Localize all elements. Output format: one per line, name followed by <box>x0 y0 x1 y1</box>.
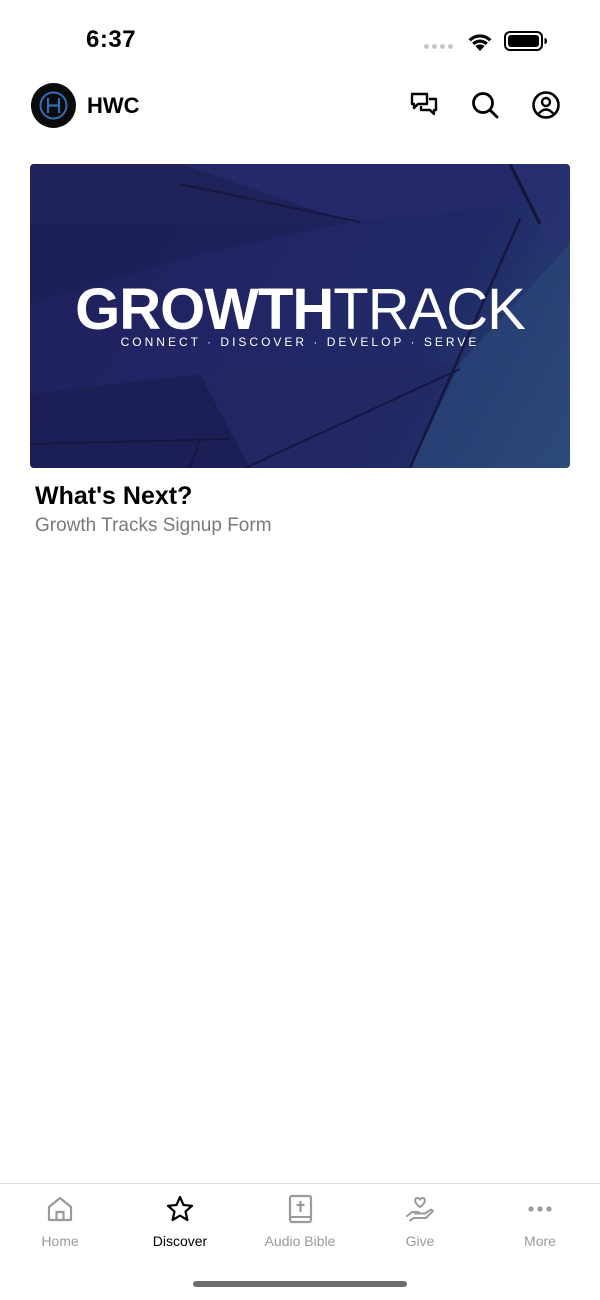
banner-title-light: TRACK <box>333 277 526 342</box>
tab-label-more: More <box>524 1233 556 1249</box>
bible-icon <box>288 1194 313 1224</box>
banner-title-bold: GROWTH <box>75 277 334 342</box>
chat-icon <box>410 92 438 116</box>
tab-home[interactable]: Home <box>0 1194 120 1264</box>
banner-title: GROWTHTRACK <box>30 276 570 343</box>
give-icon <box>406 1196 434 1222</box>
tab-label-discover: Discover <box>152 1233 208 1249</box>
growth-track-banner: GROWTHTRACK CONNECT · DISCOVER · DEVELOP… <box>30 164 570 468</box>
hwc-logo-icon[interactable] <box>31 83 76 128</box>
growth-track-card[interactable]: GROWTHTRACK CONNECT · DISCOVER · DEVELOP… <box>30 164 570 537</box>
battery-icon <box>504 31 547 51</box>
tab-label-give: Give <box>405 1233 435 1249</box>
tab-more[interactable]: More <box>480 1194 600 1264</box>
app-header: HWC <box>0 78 600 134</box>
home-icon <box>47 1196 73 1222</box>
tab-discover[interactable]: Discover <box>120 1194 240 1264</box>
star-icon <box>166 1195 194 1222</box>
status-time: 6:37 <box>86 26 137 53</box>
account-button[interactable] <box>530 89 562 121</box>
banner-tagline: CONNECT · DISCOVER · DEVELOP · SERVE <box>120 335 480 349</box>
card-subtitle: Growth Tracks Signup Form <box>35 515 272 536</box>
tab-give[interactable]: Give <box>360 1194 480 1264</box>
tab-audio-bible[interactable]: Audio Bible <box>240 1194 360 1264</box>
search-button[interactable] <box>469 89 501 121</box>
home-indicator[interactable] <box>193 1281 407 1287</box>
tab-label-home: Home <box>41 1233 79 1249</box>
app-title: HWC <box>87 93 140 118</box>
signal-icon <box>424 44 453 49</box>
status-bar: 6:37 <box>0 0 600 70</box>
wifi-icon <box>468 34 492 51</box>
more-icon <box>528 1206 552 1212</box>
tab-label-audio-bible: Audio Bible <box>264 1233 336 1249</box>
chat-button[interactable] <box>408 89 440 121</box>
search-icon <box>472 92 499 119</box>
card-title: What's Next? <box>35 482 193 510</box>
account-icon <box>532 91 560 119</box>
